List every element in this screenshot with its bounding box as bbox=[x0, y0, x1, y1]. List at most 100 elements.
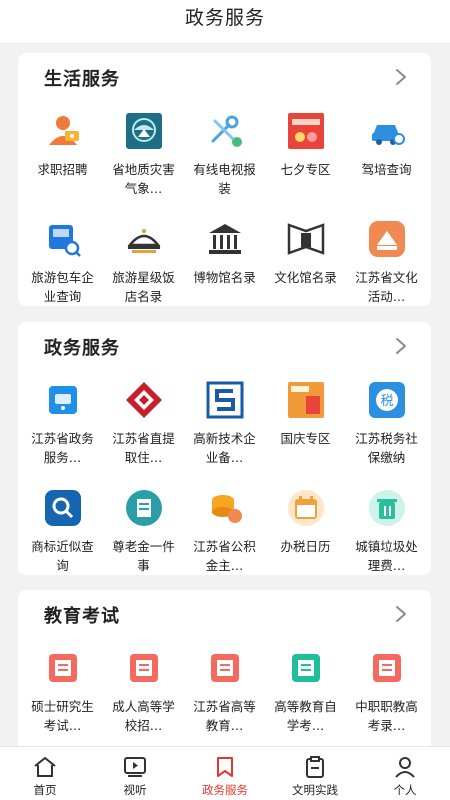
service-item[interactable]: 江苏省直提取住… bbox=[103, 376, 184, 484]
service-item[interactable]: 江苏省文化活动… bbox=[346, 215, 427, 323]
culture-activity-icon bbox=[367, 219, 407, 259]
service-item-label: 尊老金一件事 bbox=[112, 539, 175, 573]
hotel-icon bbox=[124, 219, 164, 259]
section-education-exams: 教育考试 硕士研究生考试… 成人高等学校招… 江苏省高等教育… 高等教育自学考… 中职职… bbox=[18, 590, 431, 746]
service-grid: 硕士研究生考试… 成人高等学校招… 江苏省高等教育… 高等教育自学考… 中职职教高考录… bbox=[18, 644, 431, 752]
bus-search-icon bbox=[43, 219, 83, 259]
service-item[interactable]: 高等教育自学考… bbox=[265, 644, 346, 752]
self-study-icon bbox=[286, 648, 326, 688]
clipboard-icon bbox=[302, 755, 328, 779]
section-title: 教育考试 bbox=[44, 606, 120, 627]
service-item-label: 旅游包车企业查询 bbox=[31, 270, 94, 304]
service-item[interactable]: 成人高等学校招… bbox=[103, 644, 184, 752]
service-grid: 求职招聘 省地质灾害气象… 有线电视报装 七夕专区 驾培查询旅游包车企业查询 旅游星级饭店… bbox=[18, 107, 431, 323]
service-item-label: 驾培查询 bbox=[361, 162, 412, 177]
service-item-label: 办税日历 bbox=[280, 539, 331, 554]
service-item[interactable]: 江苏省政务服务… bbox=[22, 376, 103, 484]
tab-clipboard[interactable]: 文明实践 bbox=[270, 747, 360, 800]
bookmark-icon bbox=[212, 755, 238, 779]
service-item[interactable]: 商标近似查询 bbox=[22, 484, 103, 592]
home-icon bbox=[32, 755, 58, 779]
service-item-label: 七夕专区 bbox=[280, 162, 331, 177]
section-header[interactable]: 教育考试 bbox=[18, 590, 431, 644]
exam-book-icon bbox=[367, 648, 407, 688]
bottom-tab-bar: 首页 视听 政务服务 文明实践 个人 bbox=[0, 746, 450, 800]
service-item-label: 博物馆名录 bbox=[193, 270, 256, 285]
trademark-search-icon bbox=[43, 488, 83, 528]
service-item-label: 江苏省高等教育… bbox=[193, 699, 256, 733]
exam-book-icon bbox=[124, 648, 164, 688]
chevron-right-icon[interactable] bbox=[393, 336, 409, 356]
service-item-label: 国庆专区 bbox=[280, 431, 331, 446]
tab-label: 个人 bbox=[393, 783, 417, 797]
national-day-icon bbox=[286, 380, 326, 420]
culture-hall-icon bbox=[286, 219, 326, 259]
service-item-label: 江苏省文化活动… bbox=[355, 270, 418, 304]
tab-label: 文明实践 bbox=[292, 783, 338, 797]
service-item-label: 有线电视报装 bbox=[193, 162, 256, 196]
service-item-label: 江苏税务社保缴纳 bbox=[355, 431, 418, 465]
tools-icon bbox=[205, 111, 245, 151]
chevron-right-icon[interactable] bbox=[393, 67, 409, 87]
section-life-services: 生活服务 求职招聘 省地质灾害气象… 有线电视报装 七夕专区 驾培查询 旅游包车企业查询旅… bbox=[18, 53, 431, 306]
section-header[interactable]: 政务服务 bbox=[18, 322, 431, 376]
section-header[interactable]: 生活服务 bbox=[18, 53, 431, 107]
chevron-right-icon[interactable] bbox=[393, 604, 409, 624]
tax-icon: 税 bbox=[367, 380, 407, 420]
service-item[interactable]: 尊老金一件事 bbox=[103, 484, 184, 592]
service-item[interactable]: 江苏省高等教育… bbox=[184, 644, 265, 752]
service-item-label: 高等教育自学考… bbox=[274, 699, 337, 733]
top-bar: 政务服务 bbox=[0, 0, 450, 44]
service-item[interactable]: 江苏省公积金主… bbox=[184, 484, 265, 592]
service-item[interactable]: 驾培查询 bbox=[346, 107, 427, 215]
service-item[interactable]: 省地质灾害气象… bbox=[103, 107, 184, 215]
service-item-label: 江苏省政务服务… bbox=[31, 431, 94, 465]
elderly-allowance-icon bbox=[124, 488, 164, 528]
hitech-icon bbox=[205, 380, 245, 420]
service-item-label: 成人高等学校招… bbox=[112, 699, 175, 733]
service-item-label: 省地质灾害气象… bbox=[112, 162, 175, 196]
service-item[interactable]: 文化馆名录 bbox=[265, 215, 346, 323]
exam-book-icon bbox=[205, 648, 245, 688]
tab-person[interactable]: 个人 bbox=[360, 747, 450, 800]
service-item[interactable]: 硕士研究生考试… bbox=[22, 644, 103, 752]
section-title: 生活服务 bbox=[44, 69, 120, 90]
service-item-label: 江苏省直提取住… bbox=[112, 431, 175, 465]
exam-book-icon bbox=[43, 648, 83, 688]
gov-service-icon bbox=[43, 380, 83, 420]
weather-disaster-icon bbox=[124, 111, 164, 151]
tab-label: 视听 bbox=[123, 783, 147, 797]
page-title: 政务服务 bbox=[184, 7, 265, 29]
tab-label: 政务服务 bbox=[202, 783, 248, 797]
section-title: 政务服务 bbox=[44, 338, 120, 359]
tab-video[interactable]: 视听 bbox=[90, 747, 180, 800]
svg-text:税: 税 bbox=[380, 394, 393, 409]
tab-label: 首页 bbox=[33, 783, 57, 797]
video-icon bbox=[122, 755, 148, 779]
tab-bookmark[interactable]: 政务服务 bbox=[180, 747, 270, 800]
service-item[interactable]: 高新技术企业备… bbox=[184, 376, 265, 484]
service-item[interactable]: 七夕专区 bbox=[265, 107, 346, 215]
museum-icon bbox=[205, 219, 245, 259]
car-search-icon bbox=[367, 111, 407, 151]
service-item[interactable]: 旅游星级饭店名录 bbox=[103, 215, 184, 323]
service-item[interactable]: 求职招聘 bbox=[22, 107, 103, 215]
service-item-label: 中职职教高考录… bbox=[355, 699, 418, 733]
service-item-label: 城镇垃圾处理费… bbox=[355, 539, 418, 573]
service-item-label: 江苏省公积金主… bbox=[193, 539, 256, 573]
service-item[interactable]: 博物馆名录 bbox=[184, 215, 265, 323]
service-item[interactable]: 办税日历 bbox=[265, 484, 346, 592]
service-item[interactable]: 有线电视报装 bbox=[184, 107, 265, 215]
qixi-banner-icon bbox=[286, 111, 326, 151]
calendar-icon bbox=[286, 488, 326, 528]
service-item[interactable]: 税江苏税务社保缴纳 bbox=[346, 376, 427, 484]
service-item[interactable]: 中职职教高考录… bbox=[346, 644, 427, 752]
coins-icon bbox=[205, 488, 245, 528]
tab-home[interactable]: 首页 bbox=[0, 747, 90, 800]
person-icon bbox=[392, 755, 418, 779]
service-grid: 江苏省政务服务… 江苏省直提取住… 高新技术企业备… 国庆专区税江苏税务社保缴纳 商标近… bbox=[18, 376, 431, 592]
section-gov-services: 政务服务 江苏省政务服务… 江苏省直提取住… 高新技术企业备… 国庆专区税江苏税务社保… bbox=[18, 322, 431, 575]
service-item[interactable]: 国庆专区 bbox=[265, 376, 346, 484]
service-item[interactable]: 旅游包车企业查询 bbox=[22, 215, 103, 323]
service-item[interactable]: 城镇垃圾处理费… bbox=[346, 484, 427, 592]
